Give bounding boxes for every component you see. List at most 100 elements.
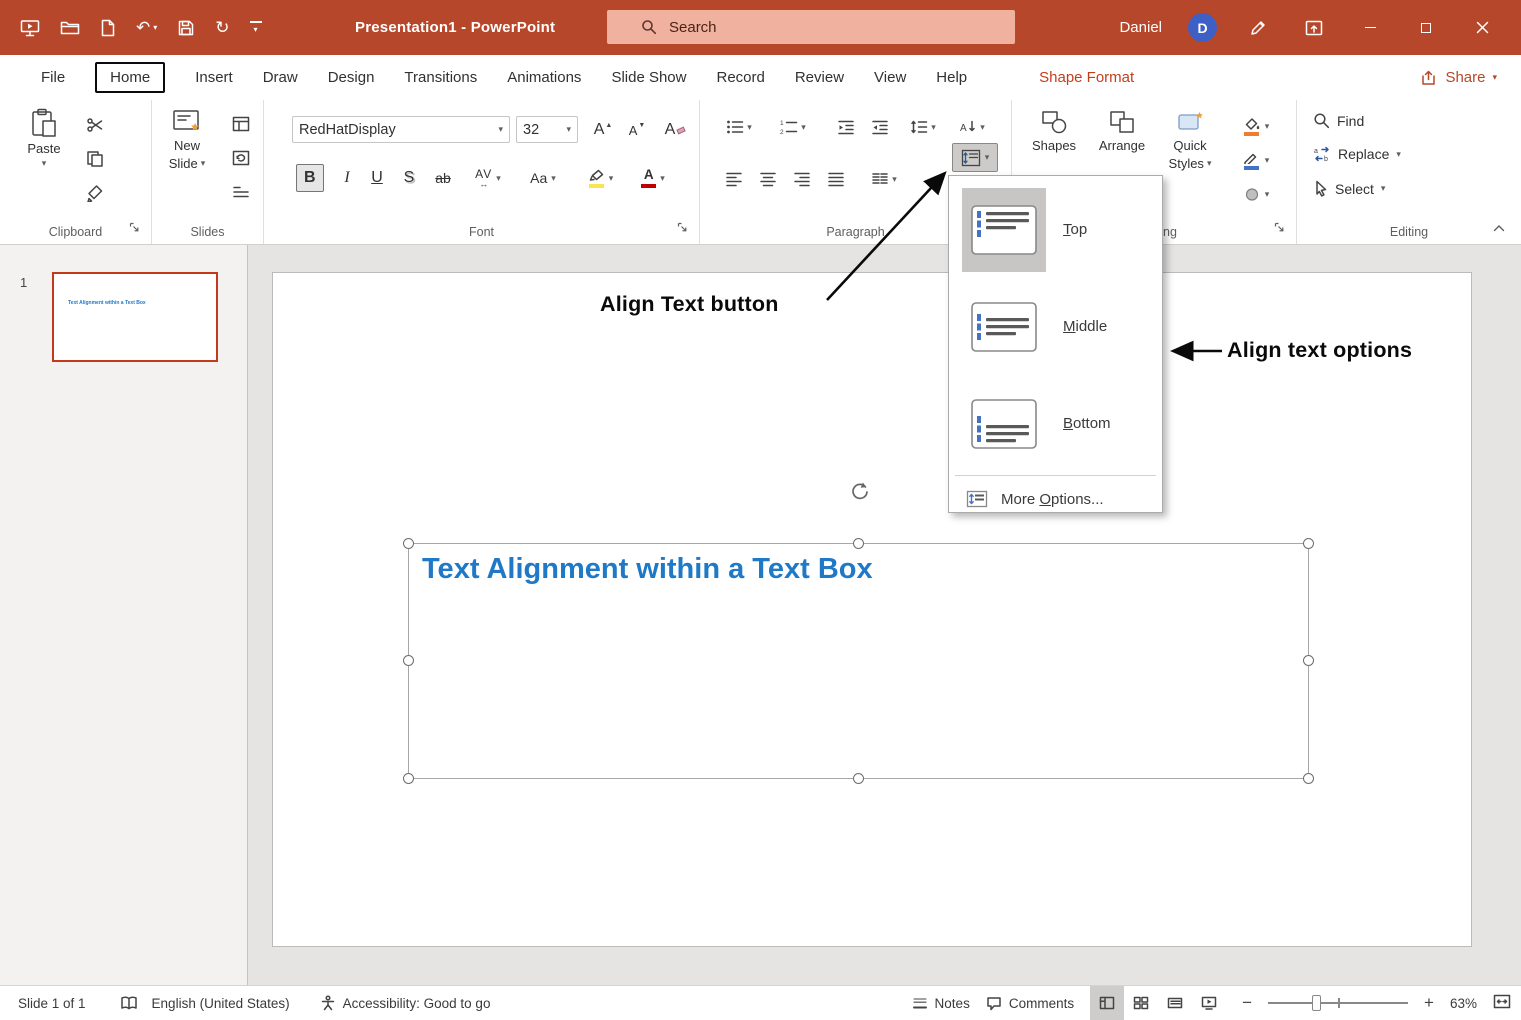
- section-button[interactable]: [228, 180, 254, 204]
- search-box[interactable]: Search: [607, 10, 1015, 44]
- arrange-button[interactable]: Arrange: [1090, 110, 1154, 153]
- collapse-ribbon-button[interactable]: [1493, 219, 1505, 237]
- fit-slide-button[interactable]: [1493, 994, 1511, 1012]
- tab-home[interactable]: Home: [80, 63, 180, 92]
- resize-handle-sw[interactable]: [403, 773, 414, 784]
- align-center-button[interactable]: [754, 166, 782, 192]
- comments-button[interactable]: Comments: [986, 996, 1074, 1011]
- bullets-button[interactable]: ▾: [720, 114, 758, 140]
- save-button[interactable]: [177, 19, 195, 37]
- tab-animations[interactable]: Animations: [492, 63, 596, 92]
- underline-button[interactable]: U: [364, 164, 390, 192]
- slide-sorter-view-button[interactable]: [1124, 986, 1158, 1020]
- resize-handle-s[interactable]: [853, 773, 864, 784]
- font-name-combo[interactable]: RedHatDisplay▾: [292, 116, 510, 143]
- align-left-button[interactable]: [720, 166, 748, 192]
- ribbon-display-options-button[interactable]: [1299, 13, 1329, 43]
- bold-button[interactable]: B: [296, 164, 324, 192]
- shape-effects-button[interactable]: ▾: [1234, 180, 1278, 208]
- new-file-button[interactable]: [100, 19, 116, 37]
- avatar[interactable]: D: [1188, 13, 1217, 42]
- resize-handle-se[interactable]: [1303, 773, 1314, 784]
- align-middle-option[interactable]: Middle: [949, 278, 1162, 375]
- quick-styles-button[interactable]: Quick Styles▾: [1158, 110, 1222, 171]
- find-button[interactable]: Find: [1313, 112, 1364, 129]
- redo-button[interactable]: ↻: [215, 19, 229, 36]
- format-painter-button[interactable]: [82, 180, 108, 206]
- numbering-button[interactable]: 12 ▾: [774, 114, 812, 140]
- normal-view-button[interactable]: [1090, 986, 1124, 1020]
- maximize-button[interactable]: [1411, 13, 1441, 43]
- share-button[interactable]: Share ▾: [1421, 69, 1497, 86]
- tab-record[interactable]: Record: [701, 63, 779, 92]
- shape-fill-button[interactable]: ▾: [1234, 112, 1278, 140]
- resize-handle-n[interactable]: [853, 538, 864, 549]
- clear-formatting-button[interactable]: A: [660, 117, 690, 143]
- tab-shape-format[interactable]: Shape Format: [1024, 63, 1149, 92]
- text-highlight-button[interactable]: ▾: [580, 162, 622, 194]
- decrease-font-size-button[interactable]: A▼: [622, 117, 652, 143]
- zoom-slider[interactable]: [1268, 994, 1408, 1012]
- resize-handle-ne[interactable]: [1303, 538, 1314, 549]
- font-size-combo[interactable]: 32▾: [516, 116, 578, 143]
- select-button[interactable]: Select ▾: [1313, 180, 1385, 197]
- text-direction-button[interactable]: A ▾: [952, 114, 992, 140]
- slide-thumbnail[interactable]: Text Alignment within a Text Box: [52, 272, 218, 362]
- zoom-in-button[interactable]: +: [1424, 993, 1434, 1013]
- align-bottom-option[interactable]: Bottom: [949, 375, 1162, 472]
- close-button[interactable]: [1467, 13, 1497, 43]
- layout-button[interactable]: [228, 112, 254, 136]
- strikethrough-button[interactable]: ab: [428, 164, 458, 192]
- tab-view[interactable]: View: [859, 63, 921, 92]
- language-status[interactable]: English (United States): [152, 996, 290, 1011]
- resize-handle-e[interactable]: [1303, 655, 1314, 666]
- reset-button[interactable]: [228, 146, 254, 170]
- shape-outline-button[interactable]: ▾: [1234, 146, 1278, 174]
- tab-design[interactable]: Design: [313, 63, 390, 92]
- cut-button[interactable]: [82, 112, 108, 138]
- tab-transitions[interactable]: Transitions: [389, 63, 492, 92]
- replace-button[interactable]: ab Replace ▾: [1313, 146, 1401, 162]
- start-slideshow-button[interactable]: [20, 19, 40, 37]
- tab-file[interactable]: File: [26, 63, 80, 92]
- customize-qat-button[interactable]: ▾: [250, 21, 262, 34]
- justify-button[interactable]: [822, 166, 850, 192]
- slide-indicator[interactable]: Slide 1 of 1: [18, 996, 86, 1011]
- align-text-button[interactable]: ▾: [952, 143, 998, 172]
- clipboard-dialog-launcher[interactable]: [129, 219, 139, 237]
- zoom-out-button[interactable]: −: [1242, 993, 1252, 1013]
- change-case-button[interactable]: Aa ▾: [522, 164, 564, 192]
- resize-handle-nw[interactable]: [403, 538, 414, 549]
- tab-review[interactable]: Review: [780, 63, 859, 92]
- rotate-handle[interactable]: [849, 481, 871, 508]
- spellcheck-status[interactable]: [120, 996, 138, 1011]
- decrease-indent-button[interactable]: [832, 114, 860, 140]
- zoom-slider-thumb[interactable]: [1312, 995, 1321, 1011]
- font-dialog-launcher[interactable]: [677, 219, 687, 237]
- tab-insert[interactable]: Insert: [180, 63, 248, 92]
- align-top-option[interactable]: Top: [949, 181, 1162, 278]
- undo-button[interactable]: ↶▾: [136, 19, 157, 36]
- font-color-button[interactable]: A ▾: [632, 162, 674, 194]
- resize-handle-w[interactable]: [403, 655, 414, 666]
- drawing-dialog-launcher[interactable]: [1274, 219, 1284, 237]
- new-slide-button[interactable]: New Slide▾: [158, 108, 216, 171]
- tab-help[interactable]: Help: [921, 63, 982, 92]
- character-spacing-button[interactable]: AV ↔ ▾: [466, 164, 510, 192]
- more-options-item[interactable]: More Options...: [949, 479, 1162, 519]
- paste-button[interactable]: Paste ▾: [18, 108, 70, 168]
- user-name[interactable]: Daniel: [1119, 19, 1162, 36]
- open-file-button[interactable]: [60, 20, 80, 36]
- slide-canvas[interactable]: Text Alignment within a Text Box: [272, 272, 1472, 947]
- align-right-button[interactable]: [788, 166, 816, 192]
- line-spacing-button[interactable]: ▾: [904, 114, 942, 140]
- copy-button[interactable]: [82, 146, 108, 172]
- tab-slide-show[interactable]: Slide Show: [596, 63, 701, 92]
- text-shadow-button[interactable]: S: [396, 164, 422, 192]
- minimize-button[interactable]: [1355, 13, 1385, 43]
- accessibility-status[interactable]: Accessibility: Good to go: [320, 995, 491, 1011]
- columns-button[interactable]: ▾: [864, 166, 904, 192]
- shapes-button[interactable]: Shapes: [1022, 110, 1086, 153]
- inking-button[interactable]: [1243, 13, 1273, 43]
- zoom-level[interactable]: 63%: [1450, 996, 1477, 1011]
